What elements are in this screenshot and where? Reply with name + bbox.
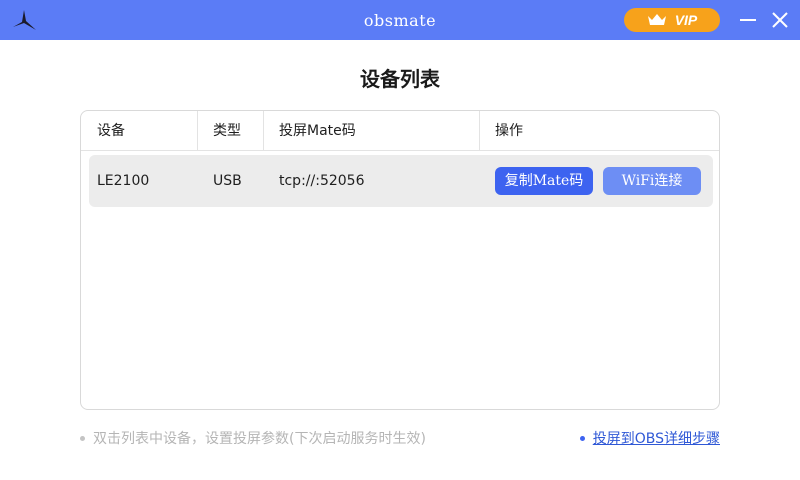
page-title: 设备列表: [360, 67, 440, 91]
close-icon[interactable]: [770, 10, 790, 30]
table-header: 设备 类型 投屏Mate码 操作: [81, 111, 719, 151]
wifi-connect-button[interactable]: WiFi连接: [603, 167, 701, 195]
crown-icon: [647, 14, 666, 25]
header-mate-code: 投屏Mate码: [279, 123, 356, 139]
mate-code: tcp://:52056: [279, 173, 365, 189]
footer-help: 投屏到OBS详细步骤: [579, 428, 720, 448]
header-actions: 操作: [495, 123, 523, 139]
footer-hint-text: 双击列表中设备，设置投屏参数(下次启动服务时生效): [93, 431, 426, 447]
device-table: 设备 类型 投屏Mate码 操作 LE2100 USB tcp://:52056…: [80, 110, 720, 410]
vip-button[interactable]: VIP: [624, 8, 720, 32]
bullet-icon: [80, 435, 85, 441]
header-divider: [197, 111, 198, 151]
footer-hint: 双击列表中设备，设置投屏参数(下次启动服务时生效): [80, 428, 426, 448]
table-row[interactable]: LE2100 USB tcp://:52056 复制Mate码 WiFi连接: [89, 155, 713, 207]
device-type: USB: [213, 173, 242, 189]
header-divider: [479, 111, 480, 151]
device-name: LE2100: [97, 173, 150, 189]
header-type: 类型: [213, 123, 241, 139]
header-device: 设备: [97, 123, 125, 139]
header-divider: [263, 111, 264, 151]
minimize-icon[interactable]: [738, 10, 758, 30]
title-bar: obsmate VIP: [0, 0, 800, 40]
obs-guide-link[interactable]: 投屏到OBS详细步骤: [593, 428, 720, 448]
vip-label: VIP: [674, 12, 698, 28]
bullet-icon: [579, 435, 585, 441]
copy-mate-code-button[interactable]: 复制Mate码: [495, 167, 593, 195]
